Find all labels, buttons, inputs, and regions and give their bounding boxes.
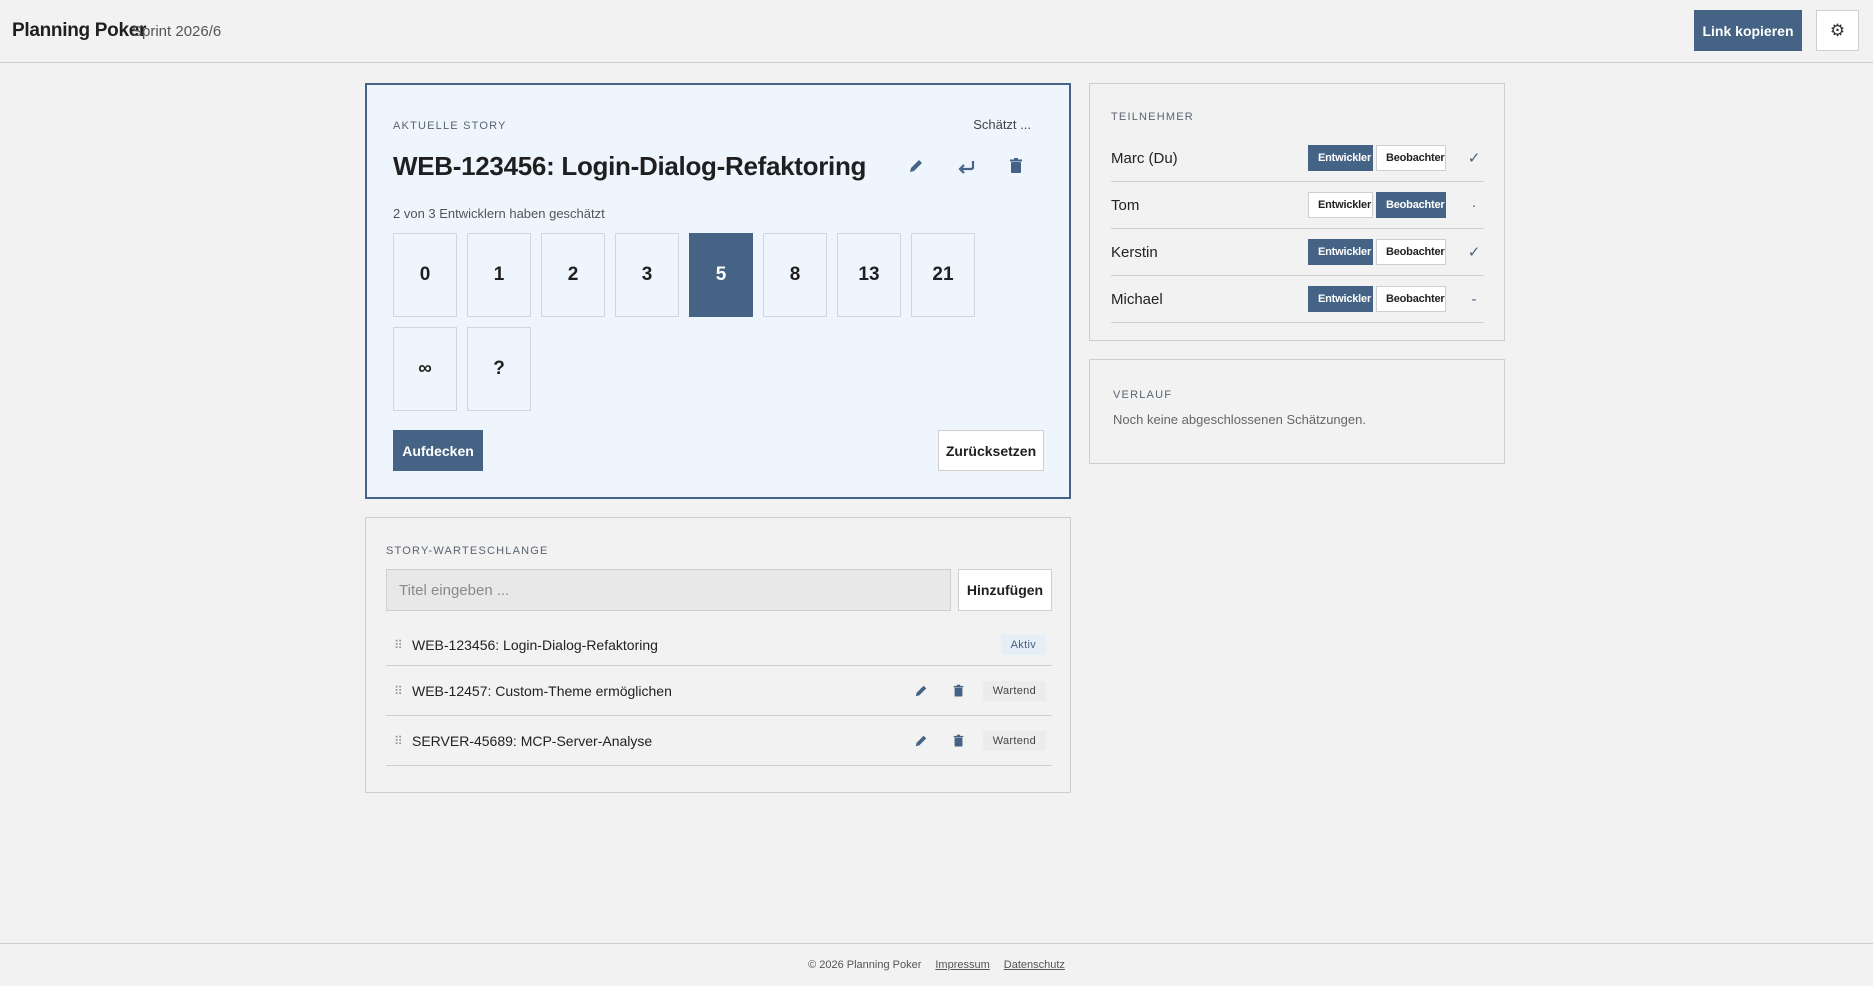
card-8[interactable]: 8 — [763, 233, 827, 317]
card-3[interactable]: 3 — [615, 233, 679, 317]
app-header: Planning Poker Sprint 2026/6 Link kopier… — [0, 0, 1873, 63]
add-story-button[interactable]: Hinzufügen — [958, 569, 1052, 611]
queue-item-title: WEB-12457: Custom-Theme ermöglichen — [412, 682, 672, 699]
footer: © 2026 Planning Poker Impressum Datenschut… — [0, 943, 1873, 986]
story-queue-list: ⠿ WEB-123456: Login-Dialog-Refaktoring A… — [386, 624, 1052, 766]
role-toggle: Entwickler Beobachter — [1308, 239, 1446, 265]
undo-arrow-icon[interactable] — [955, 155, 977, 177]
participant-name: Tom — [1111, 196, 1140, 214]
reset-button[interactable]: Zurücksetzen — [938, 430, 1044, 471]
card-2[interactable]: 2 — [541, 233, 605, 317]
app-title: Planning Poker — [12, 20, 147, 41]
participant-row: Kerstin Entwickler Beobachter ✓ — [1111, 229, 1484, 276]
vote-state: ✓ — [1467, 150, 1481, 167]
sprint-label: Sprint 2026/6 — [132, 23, 222, 40]
participants-panel: TEILNEHMER Marc (Du) Entwickler Beobacht… — [1089, 83, 1505, 341]
participant-name: Marc (Du) — [1111, 149, 1178, 167]
card-1[interactable]: 1 — [467, 233, 531, 317]
copyright-text: © 2026 Planning Poker — [808, 959, 922, 971]
story-title-input[interactable] — [386, 569, 951, 611]
card-question[interactable]: ? — [467, 327, 531, 411]
drag-handle-icon[interactable]: ⠿ — [386, 684, 412, 698]
role-observer-button[interactable]: Beobachter — [1376, 145, 1446, 171]
trash-icon[interactable] — [949, 731, 969, 751]
card-0[interactable]: 0 — [393, 233, 457, 317]
queue-item-actions — [911, 731, 969, 751]
queue-item[interactable]: ⠿ WEB-123456: Login-Dialog-Refaktoring A… — [386, 624, 1052, 666]
imprint-link[interactable]: Impressum — [935, 959, 989, 971]
estimation-cards: 0 1 2 3 5 8 13 21 ∞ ? — [393, 233, 993, 411]
vote-state: ✓ — [1467, 244, 1481, 261]
history-empty-text: Noch keine abgeschlossenen Schätzungen. — [1113, 412, 1366, 427]
role-developer-button[interactable]: Entwickler — [1308, 286, 1373, 312]
vote-progress: 2 von 3 Entwicklern haben geschätzt — [393, 206, 605, 221]
story-status: Schätzt ... — [973, 117, 1031, 132]
participants-label: TEILNEHMER — [1111, 111, 1194, 123]
story-queue-label: STORY-WARTESCHLANGE — [386, 545, 549, 557]
trash-icon[interactable] — [1005, 155, 1027, 177]
footer-content: © 2026 Planning Poker Impressum Datenschut… — [0, 959, 1873, 971]
role-developer-button[interactable]: Entwickler — [1308, 145, 1373, 171]
pencil-icon[interactable] — [905, 155, 927, 177]
role-developer-button[interactable]: Entwickler — [1308, 239, 1373, 265]
pencil-icon[interactable] — [911, 681, 931, 701]
role-observer-button[interactable]: Beobachter — [1376, 192, 1446, 218]
drag-handle-icon[interactable]: ⠿ — [386, 734, 412, 748]
history-panel: VERLAUF Noch keine abgeschlossenen Schät… — [1089, 359, 1505, 464]
participant-name: Kerstin — [1111, 243, 1158, 261]
status-badge: Wartend — [982, 680, 1046, 701]
history-label: VERLAUF — [1113, 389, 1173, 401]
role-toggle: Entwickler Beobachter — [1308, 192, 1446, 218]
queue-item[interactable]: ⠿ SERVER-45689: MCP-Server-Analyse Warte… — [386, 716, 1052, 766]
gear-icon: ⚙ — [1829, 20, 1846, 40]
role-toggle: Entwickler Beobachter — [1308, 286, 1446, 312]
settings-button[interactable]: ⚙ — [1816, 10, 1859, 51]
pencil-icon[interactable] — [911, 731, 931, 751]
queue-item[interactable]: ⠿ WEB-12457: Custom-Theme ermöglichen Wa… — [386, 666, 1052, 716]
role-toggle: Entwickler Beobachter — [1308, 145, 1446, 171]
vote-state: - — [1471, 290, 1477, 308]
card-infinity[interactable]: ∞ — [393, 327, 457, 411]
trash-icon[interactable] — [949, 681, 969, 701]
card-13[interactable]: 13 — [837, 233, 901, 317]
card-5[interactable]: 5 — [689, 233, 753, 317]
vote-state: · — [1471, 196, 1477, 214]
status-badge: Wartend — [982, 730, 1046, 751]
participant-name: Michael — [1111, 290, 1163, 308]
story-queue-panel: STORY-WARTESCHLANGE Hinzufügen ⠿ WEB-123… — [365, 517, 1071, 793]
role-observer-button[interactable]: Beobachter — [1376, 239, 1446, 265]
drag-handle-icon[interactable]: ⠿ — [386, 638, 412, 652]
current-story-panel: AKTUELLE STORY Schätzt ... WEB-123456: L… — [365, 83, 1071, 499]
current-story-label: AKTUELLE STORY — [393, 120, 507, 132]
story-actions — [905, 155, 1027, 177]
role-developer-button[interactable]: Entwickler — [1308, 192, 1373, 218]
participant-list: Marc (Du) Entwickler Beobachter ✓ Tom En… — [1111, 135, 1484, 323]
queue-item-actions — [911, 681, 969, 701]
status-badge: Aktiv — [1000, 634, 1046, 655]
role-observer-button[interactable]: Beobachter — [1376, 286, 1446, 312]
participant-row: Michael Entwickler Beobachter - — [1111, 276, 1484, 323]
story-title: WEB-123456: Login-Dialog-Refaktoring — [393, 151, 867, 181]
queue-item-title: WEB-123456: Login-Dialog-Refaktoring — [412, 636, 658, 653]
participant-row: Marc (Du) Entwickler Beobachter ✓ — [1111, 135, 1484, 182]
participant-row: Tom Entwickler Beobachter · — [1111, 182, 1484, 229]
queue-item-title: SERVER-45689: MCP-Server-Analyse — [412, 732, 653, 749]
copy-link-button[interactable]: Link kopieren — [1694, 10, 1802, 51]
privacy-link[interactable]: Datenschutz — [1004, 959, 1065, 971]
card-21[interactable]: 21 — [911, 233, 975, 317]
reveal-button[interactable]: Aufdecken — [393, 430, 483, 471]
